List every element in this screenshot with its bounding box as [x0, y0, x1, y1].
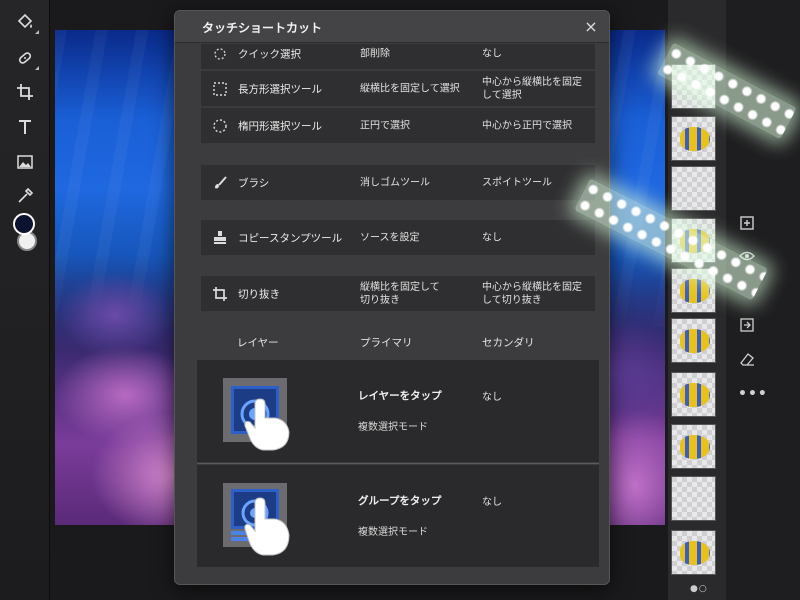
tap-group-illustration: [223, 483, 290, 556]
add-layer-icon[interactable]: [737, 213, 757, 233]
shortcut-secondary: なし: [482, 48, 502, 59]
shortcut-tool-name: 楕円形選択ツール: [238, 120, 322, 132]
ellipse-marquee-icon: [211, 117, 229, 135]
tap-layer-illustration: [223, 378, 290, 451]
shortcut-row-brush: ブラシ 消しゴムツール スポイトツール: [201, 165, 595, 201]
shortcut-primary: 縦横比を固定して選択: [360, 83, 460, 94]
eyedropper-icon[interactable]: [11, 182, 39, 210]
layer-thumbnail[interactable]: [671, 530, 716, 575]
shortcut-tool-name: ブラシ: [238, 177, 270, 189]
layer-shortcut-tap-group: グループをタップ なし 複数選択モード: [197, 465, 599, 567]
shortcut-secondary: 中心から縦横比を固定 して選択: [482, 76, 582, 101]
eraser-icon[interactable]: [737, 349, 757, 369]
shortcut-list[interactable]: クイック選択 部削除 なし 長方形選択ツール 縦横比を固定して選択 中心から縦横…: [175, 44, 609, 584]
foreground-color-swatch[interactable]: [13, 213, 35, 235]
layer-secondary-label: なし: [482, 392, 502, 403]
shortcut-tool-name: コピースタンプツール: [238, 232, 343, 244]
type-icon[interactable]: [11, 113, 39, 141]
healing-brush-icon[interactable]: [11, 44, 39, 72]
shortcut-row-rect-marquee: 長方形選択ツール 縦横比を固定して選択 中心から縦横比を固定 して選択: [201, 71, 595, 107]
crop-icon: [211, 285, 229, 303]
layer-action-label: グループをタップ: [358, 495, 442, 507]
shortcut-tool-name: 切り抜き: [238, 288, 280, 300]
shortcut-secondary: 中心から縦横比を固定 して切り抜き: [482, 281, 582, 306]
layer-thumbnail[interactable]: [671, 116, 716, 161]
shortcut-row-crop: 切り抜き 縦横比を固定して 切り抜き 中心から縦横比を固定 して切り抜き: [201, 276, 595, 312]
crop-icon[interactable]: [11, 78, 39, 106]
left-toolbar: [0, 0, 50, 600]
layer-shortcut-tap-layer: レイヤーをタップ なし 複数選択モード: [197, 360, 599, 462]
layer-column-header: レイヤー: [237, 337, 279, 349]
layer-action-label: レイヤーをタップ: [358, 390, 442, 402]
layer-mode-label: 複数選択モード: [358, 422, 428, 433]
shortcut-primary: 正円で選択: [360, 120, 410, 131]
touch-shortcuts-dialog: タッチショートカット × クイック選択 部削除 なし 長方形選択ツール 縦横比を…: [174, 10, 610, 585]
shortcut-row-clone-stamp: コピースタンプツール ソースを設定 なし: [201, 220, 595, 256]
secondary-column-header: セカンダリ: [482, 337, 535, 349]
shortcut-tool-name: クイック選択: [238, 48, 301, 60]
clone-stamp-icon: [211, 229, 229, 247]
layer-secondary-label: なし: [482, 497, 502, 508]
layer-thumbnail[interactable]: [671, 318, 716, 363]
import-icon[interactable]: [737, 315, 757, 335]
quick-select-icon: [211, 45, 229, 63]
shortcut-secondary: 中心から正円で選択: [482, 120, 572, 131]
layer-divider: [197, 463, 599, 464]
shortcut-primary: 部削除: [360, 48, 390, 59]
dialog-header: タッチショートカット ×: [175, 11, 609, 43]
image-icon[interactable]: [11, 148, 39, 176]
shortcut-primary: 消しゴムツール: [360, 177, 430, 188]
layer-thumbnail[interactable]: [671, 424, 716, 469]
color-swatches[interactable]: [13, 213, 39, 255]
close-icon[interactable]: ×: [582, 17, 600, 36]
layers-pager[interactable]: ●○: [690, 584, 708, 594]
shortcut-tool-name: 長方形選択ツール: [238, 83, 322, 95]
shortcut-row-quick-select: クイック選択 部削除 なし: [201, 44, 595, 70]
brush-icon: [211, 174, 229, 192]
shortcut-secondary: なし: [482, 232, 502, 243]
shortcut-row-ellipse-marquee: 楕円形選択ツール 正円で選択 中心から正円で選択: [201, 108, 595, 144]
shortcut-primary: ソースを設定: [360, 232, 420, 243]
layer-thumbnail[interactable]: [671, 476, 716, 521]
layer-thumbnail[interactable]: [671, 166, 716, 211]
more-icon[interactable]: •••: [738, 386, 768, 402]
primary-column-header: プライマリ: [360, 337, 413, 349]
rect-marquee-icon: [211, 80, 229, 98]
shortcut-secondary: スポイトツール: [482, 177, 552, 188]
layer-mode-label: 複数選択モード: [358, 527, 428, 538]
shortcut-primary: 縦横比を固定して 切り抜き: [360, 281, 440, 306]
layer-thumbnail[interactable]: [671, 372, 716, 417]
dialog-title: タッチショートカット: [202, 21, 323, 35]
paint-bucket-icon[interactable]: [11, 8, 39, 36]
